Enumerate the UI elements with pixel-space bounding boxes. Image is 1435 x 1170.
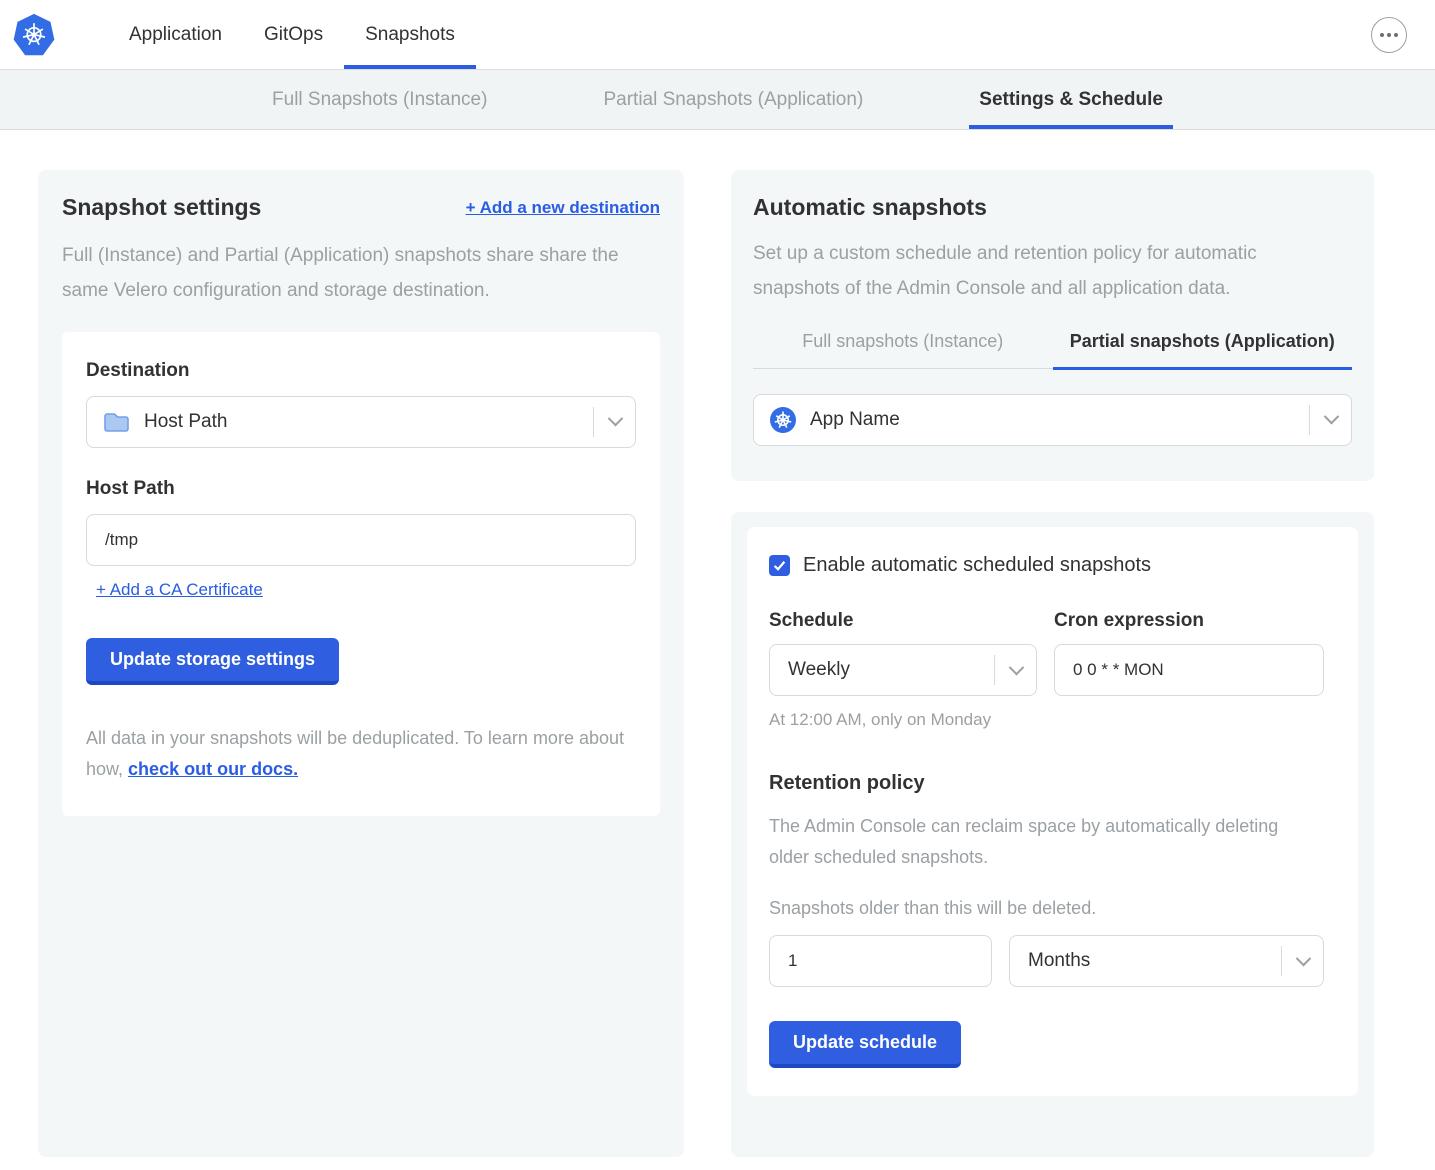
schedule-interval-value: Weekly <box>788 659 850 681</box>
app-select-value: App Name <box>810 409 900 431</box>
kubernetes-logo-icon <box>12 13 56 57</box>
enable-snapshots-label[interactable]: Enable automatic scheduled snapshots <box>803 554 1151 577</box>
schedule-card: Enable automatic scheduled snapshots Sch… <box>731 512 1374 1157</box>
retention-policy-description: The Admin Console can reclaim space by a… <box>769 811 1294 872</box>
tab-full-snapshots-instance[interactable]: Full snapshots (Instance) <box>753 331 1053 368</box>
select-divider <box>1281 946 1282 976</box>
retention-unit-value: Months <box>1028 950 1090 972</box>
main-nav: Application GitOps Snapshots <box>108 0 476 69</box>
subnav-tab-full-snapshots[interactable]: Full Snapshots (Instance) <box>262 70 497 129</box>
automatic-snapshots-card: Automatic snapshots Set up a custom sche… <box>731 170 1374 481</box>
select-divider <box>1309 405 1310 435</box>
automatic-snapshots-tabs: Full snapshots (Instance) Partial snapsh… <box>753 331 1352 369</box>
chevron-down-icon <box>1324 409 1340 425</box>
retention-unit-select[interactable]: Months <box>1009 935 1324 987</box>
destination-label: Destination <box>86 360 636 382</box>
nav-tab-snapshots[interactable]: Snapshots <box>344 0 476 69</box>
folder-icon <box>103 411 130 433</box>
chevron-down-icon <box>1009 659 1025 675</box>
schedule-label: Schedule <box>769 610 1037 632</box>
more-menu-icon[interactable] <box>1371 17 1407 53</box>
add-new-destination-link[interactable]: + Add a new destination <box>466 198 660 218</box>
automatic-snapshots-title: Automatic snapshots <box>753 194 1352 221</box>
host-path-input[interactable] <box>86 514 636 566</box>
automatic-snapshots-description: Set up a custom schedule and retention p… <box>753 237 1335 307</box>
destination-select-value: Host Path <box>144 411 227 433</box>
subnav-tab-settings-schedule[interactable]: Settings & Schedule <box>969 70 1173 129</box>
storage-settings-panel: Destination Host Path Host Path + Add a … <box>62 332 660 816</box>
nav-tab-application[interactable]: Application <box>108 0 243 69</box>
schedule-interval-select[interactable]: Weekly <box>769 644 1037 696</box>
cron-expression-input[interactable] <box>1054 644 1324 696</box>
snapshot-settings-card: Snapshot settings + Add a new destinatio… <box>38 170 684 1157</box>
update-storage-settings-button[interactable]: Update storage settings <box>86 638 339 685</box>
destination-select[interactable]: Host Path <box>86 396 636 448</box>
nav-tab-gitops[interactable]: GitOps <box>243 0 344 69</box>
select-divider <box>593 407 594 437</box>
dedup-footnote: All data in your snapshots will be dedup… <box>86 723 636 786</box>
schedule-panel: Enable automatic scheduled snapshots Sch… <box>747 527 1358 1096</box>
cron-readable-text: At 12:00 AM, only on Monday <box>769 710 1037 730</box>
tab-partial-snapshots-application[interactable]: Partial snapshots (Application) <box>1053 331 1353 370</box>
snapshot-settings-title: Snapshot settings <box>62 194 261 221</box>
snapshots-subnav: Full Snapshots (Instance) Partial Snapsh… <box>0 70 1435 130</box>
subnav-tab-partial-snapshots[interactable]: Partial Snapshots (Application) <box>593 70 873 129</box>
right-column: Automatic snapshots Set up a custom sche… <box>731 170 1374 1157</box>
retention-policy-title: Retention policy <box>769 772 1336 795</box>
app-select[interactable]: App Name <box>753 394 1352 446</box>
chevron-down-icon <box>1296 951 1312 967</box>
retention-hint: Snapshots older than this will be delete… <box>769 898 1336 919</box>
retention-count-input[interactable] <box>769 935 992 987</box>
kubernetes-app-icon <box>770 407 796 433</box>
update-schedule-button[interactable]: Update schedule <box>769 1021 961 1068</box>
host-path-label: Host Path <box>86 478 636 500</box>
enable-snapshots-checkbox[interactable] <box>769 555 790 576</box>
cron-expression-label: Cron expression <box>1054 610 1324 632</box>
snapshot-settings-description: Full (Instance) and Partial (Application… <box>62 239 644 309</box>
select-divider <box>994 655 995 685</box>
add-ca-certificate-link[interactable]: + Add a CA Certificate <box>96 580 263 600</box>
settings-content: Snapshot settings + Add a new destinatio… <box>0 130 1435 1170</box>
docs-link[interactable]: check out our docs. <box>128 759 298 779</box>
top-navigation-bar: Application GitOps Snapshots <box>0 0 1435 70</box>
chevron-down-icon <box>608 411 624 427</box>
